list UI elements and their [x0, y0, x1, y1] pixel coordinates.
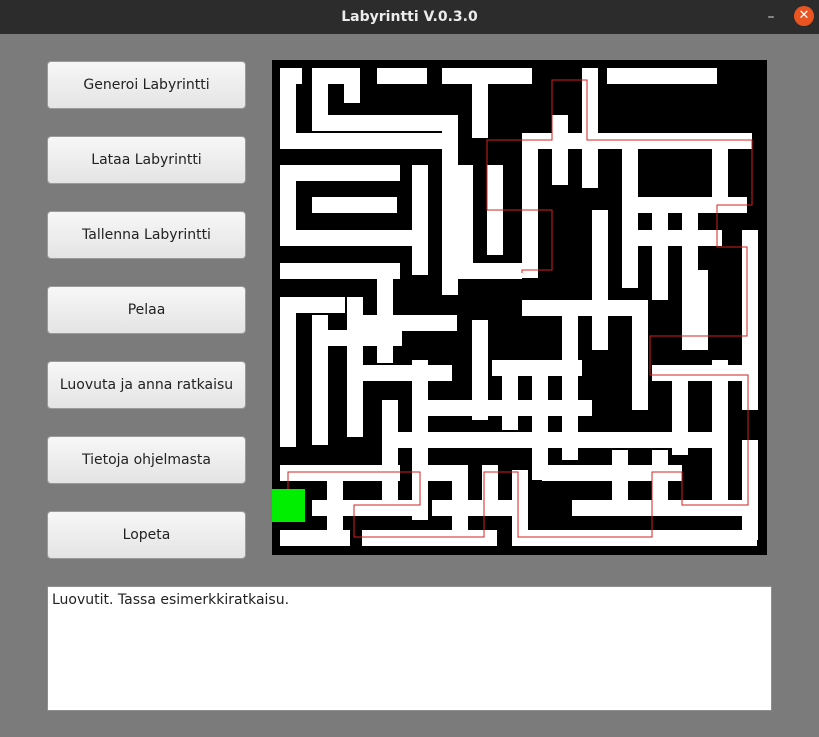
load-maze-button[interactable]: Lataa Labyrintti [47, 136, 246, 184]
quit-button[interactable]: Lopeta [47, 511, 246, 559]
play-button[interactable]: Pelaa [47, 286, 246, 334]
player-marker [272, 489, 305, 522]
title-bar: Labyrintti V.0.3.0 – ✕ [0, 0, 819, 34]
message-output[interactable]: Luovutit. Tassa esimerkkiratkaisu. [47, 586, 772, 711]
save-maze-button[interactable]: Tallenna Labyrintti [47, 211, 246, 259]
window-title: Labyrintti V.0.3.0 [341, 9, 478, 25]
about-button[interactable]: Tietoja ohjelmasta [47, 436, 246, 484]
maze-board[interactable] [272, 60, 767, 555]
give-up-show-solution-button[interactable]: Luovuta ja anna ratkaisu [47, 361, 246, 409]
minimize-button[interactable]: – [762, 9, 780, 25]
close-button[interactable]: ✕ [794, 6, 814, 26]
maze-canvas [272, 60, 767, 555]
generate-maze-button[interactable]: Generoi Labyrintti [47, 61, 246, 109]
